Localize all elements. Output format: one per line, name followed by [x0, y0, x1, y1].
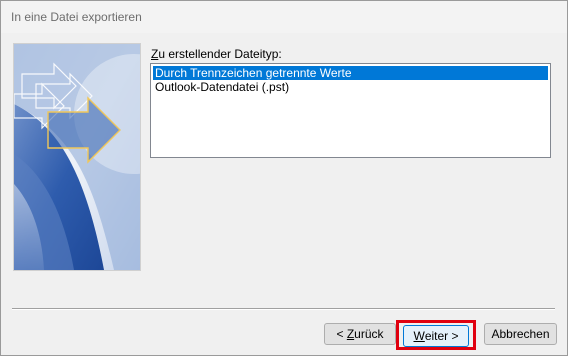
list-item-csv[interactable]: Durch Trennzeichen getrennte Werte [153, 66, 548, 80]
next-button[interactable]: Weiter > [403, 325, 469, 347]
next-button-highlight: Weiter > [396, 320, 476, 350]
filetype-label-text: u erstellender Dateityp: [158, 47, 282, 61]
filetype-label: Zu erstellender Dateityp: [151, 47, 282, 61]
title-bar: In eine Datei exportieren [1, 1, 567, 33]
cancel-button[interactable]: Abbrechen [484, 323, 557, 345]
window-title: In eine Datei exportieren [11, 10, 142, 24]
footer-separator [12, 308, 555, 310]
export-dialog: In eine Datei exportieren Zu erstellende… [0, 0, 568, 356]
back-button-text: urück [354, 327, 384, 341]
wizard-banner-image [13, 43, 141, 271]
back-button[interactable]: < Zurück [324, 323, 396, 345]
next-button-text: eiter > [424, 329, 459, 343]
next-button-accesskey: W [413, 329, 425, 343]
back-button-accesskey: Z [346, 327, 355, 341]
back-button-prefix: < [336, 327, 347, 341]
banner-arrows-graphic [14, 44, 140, 270]
filetype-listbox[interactable]: Durch Trennzeichen getrennte Werte Outlo… [150, 63, 551, 158]
list-item-pst[interactable]: Outlook-Datendatei (.pst) [153, 80, 548, 94]
